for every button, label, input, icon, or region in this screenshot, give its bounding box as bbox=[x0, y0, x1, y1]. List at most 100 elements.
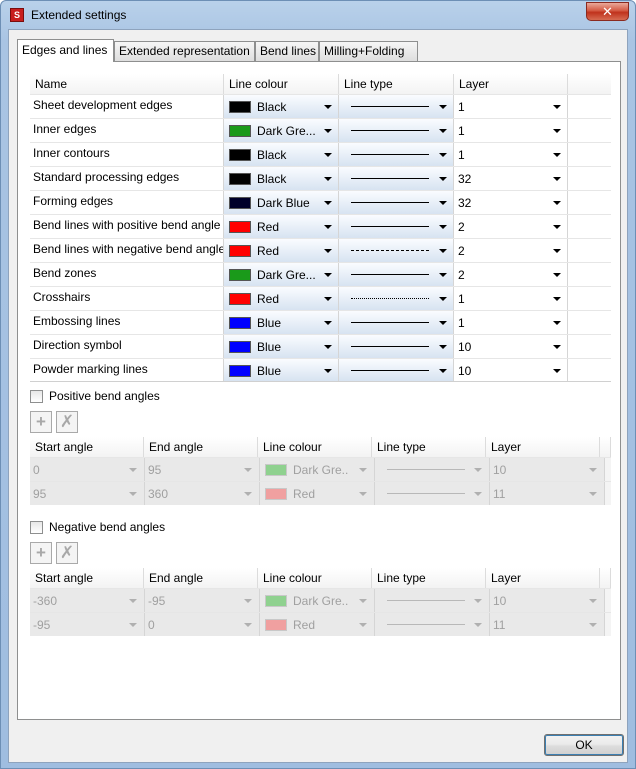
start-angle-field[interactable]: 95 bbox=[30, 482, 145, 505]
line-type-dropdown[interactable] bbox=[339, 263, 454, 286]
line-colour-dropdown[interactable]: Black bbox=[224, 167, 339, 190]
layer-dropdown[interactable]: 1 bbox=[454, 95, 568, 118]
line-type-dropdown[interactable] bbox=[339, 143, 454, 166]
row-name: Sheet development edges bbox=[30, 95, 224, 118]
line-colour-dropdown[interactable]: Red bbox=[260, 482, 375, 505]
layer-dropdown[interactable]: 10 bbox=[490, 589, 605, 612]
line-type-dropdown[interactable] bbox=[339, 119, 454, 142]
table-row: Sheet development edges Black 1 bbox=[30, 94, 611, 118]
layer-dropdown[interactable]: 1 bbox=[454, 311, 568, 334]
chevron-down-icon bbox=[244, 492, 252, 496]
layer-dropdown[interactable]: 10 bbox=[490, 458, 605, 481]
negative-delete-button[interactable]: ✗ bbox=[56, 542, 78, 564]
table-row: Standard processing edges Black 32 bbox=[30, 166, 611, 190]
table-row: Bend lines with negative bend angle Red 2 bbox=[30, 238, 611, 262]
line-colour-dropdown[interactable]: Black bbox=[224, 95, 339, 118]
layer-dropdown[interactable]: 32 bbox=[454, 167, 568, 190]
layer-dropdown[interactable]: 32 bbox=[454, 191, 568, 214]
line-style-preview bbox=[351, 106, 429, 107]
header-layer: Layer bbox=[454, 74, 568, 94]
title-bar[interactable]: S Extended settings ✕ bbox=[1, 1, 635, 29]
close-button[interactable]: ✕ bbox=[586, 2, 629, 21]
line-type-dropdown[interactable] bbox=[339, 191, 454, 214]
start-angle-field[interactable]: 0 bbox=[30, 458, 145, 481]
line-colour-dropdown[interactable]: Dark Gre... bbox=[260, 458, 375, 481]
line-type-dropdown[interactable] bbox=[375, 613, 490, 636]
end-angle-field[interactable]: 95 bbox=[145, 458, 260, 481]
layer-dropdown[interactable]: 2 bbox=[454, 263, 568, 286]
negative-add-button[interactable]: + bbox=[30, 542, 52, 564]
layer-dropdown[interactable]: 11 bbox=[490, 613, 605, 636]
chevron-down-icon bbox=[553, 345, 561, 349]
layer-dropdown[interactable]: 1 bbox=[454, 119, 568, 142]
layer-dropdown[interactable]: 11 bbox=[490, 482, 605, 505]
line-type-dropdown[interactable] bbox=[375, 589, 490, 612]
start-angle-field[interactable]: -95 bbox=[30, 613, 145, 636]
positive-delete-button[interactable]: ✗ bbox=[56, 411, 78, 433]
ok-button[interactable]: OK bbox=[544, 734, 624, 756]
layer-dropdown[interactable]: 2 bbox=[454, 239, 568, 262]
line-type-dropdown[interactable] bbox=[339, 167, 454, 190]
line-style-preview bbox=[351, 130, 429, 131]
line-colour-dropdown[interactable]: Blue bbox=[224, 359, 339, 381]
negative-bend-angles-checkbox[interactable] bbox=[30, 520, 43, 534]
layer-dropdown[interactable]: 2 bbox=[454, 215, 568, 238]
line-colour-dropdown[interactable]: Red bbox=[224, 215, 339, 238]
end-angle-field[interactable]: -95 bbox=[145, 589, 260, 612]
table-row: Embossing lines Blue 1 bbox=[30, 310, 611, 334]
positive-header-end-angle: End angle bbox=[144, 437, 258, 457]
negative-bend-angles-option[interactable]: Negative bend angles bbox=[30, 519, 165, 535]
line-type-dropdown[interactable] bbox=[375, 482, 490, 505]
line-type-dropdown[interactable] bbox=[339, 95, 454, 118]
layer-dropdown[interactable]: 10 bbox=[454, 335, 568, 358]
chevron-down-icon bbox=[129, 623, 137, 627]
tab-extended-representation[interactable]: Extended representation bbox=[114, 41, 255, 61]
layer-value: 1 bbox=[458, 148, 465, 162]
chevron-down-icon bbox=[439, 225, 447, 229]
header-line-type: Line type bbox=[339, 74, 454, 94]
line-style-preview bbox=[351, 370, 429, 371]
colour-swatch bbox=[229, 221, 251, 233]
chevron-down-icon bbox=[589, 623, 597, 627]
layer-value: 1 bbox=[458, 124, 465, 138]
start-angle-field[interactable]: -360 bbox=[30, 589, 145, 612]
chevron-down-icon bbox=[439, 105, 447, 109]
line-type-dropdown[interactable] bbox=[375, 458, 490, 481]
line-colour-dropdown[interactable]: Dark Gre... bbox=[224, 263, 339, 286]
line-colour-dropdown[interactable]: Dark Gre... bbox=[260, 589, 375, 612]
tab-bend-lines[interactable]: Bend lines bbox=[255, 41, 319, 61]
line-style-preview bbox=[387, 469, 465, 470]
line-colour-dropdown[interactable]: Red bbox=[224, 287, 339, 310]
end-angle-field[interactable]: 360 bbox=[145, 482, 260, 505]
layer-dropdown[interactable]: 1 bbox=[454, 143, 568, 166]
line-colour-dropdown[interactable]: Black bbox=[224, 143, 339, 166]
end-angle-field[interactable]: 0 bbox=[145, 613, 260, 636]
chevron-down-icon bbox=[553, 249, 561, 253]
line-type-dropdown[interactable] bbox=[339, 335, 454, 358]
positive-add-button[interactable]: + bbox=[30, 411, 52, 433]
line-type-dropdown[interactable] bbox=[339, 311, 454, 334]
start-angle-value: -360 bbox=[33, 594, 58, 608]
layer-dropdown[interactable]: 1 bbox=[454, 287, 568, 310]
layer-dropdown[interactable]: 10 bbox=[454, 359, 568, 381]
positive-bend-angles-option[interactable]: Positive bend angles bbox=[30, 388, 160, 404]
line-colour-dropdown[interactable]: Red bbox=[260, 613, 375, 636]
line-type-dropdown[interactable] bbox=[339, 215, 454, 238]
table-row: 95 360 Red 11 bbox=[30, 481, 611, 505]
chevron-down-icon bbox=[589, 599, 597, 603]
positive-bend-angles-checkbox[interactable] bbox=[30, 389, 43, 403]
line-colour-dropdown[interactable]: Blue bbox=[224, 335, 339, 358]
line-colour-dropdown[interactable]: Blue bbox=[224, 311, 339, 334]
chevron-down-icon bbox=[359, 468, 367, 472]
line-type-dropdown[interactable] bbox=[339, 359, 454, 381]
chevron-down-icon bbox=[439, 153, 447, 157]
chevron-down-icon bbox=[129, 492, 137, 496]
chevron-down-icon bbox=[359, 599, 367, 603]
line-colour-dropdown[interactable]: Dark Blue bbox=[224, 191, 339, 214]
tab-milling-folding[interactable]: Milling+Folding bbox=[319, 41, 418, 61]
line-type-dropdown[interactable] bbox=[339, 287, 454, 310]
line-type-dropdown[interactable] bbox=[339, 239, 454, 262]
line-colour-dropdown[interactable]: Dark Gre... bbox=[224, 119, 339, 142]
line-colour-dropdown[interactable]: Red bbox=[224, 239, 339, 262]
tab-edges-and-lines[interactable]: Edges and lines bbox=[17, 39, 114, 62]
